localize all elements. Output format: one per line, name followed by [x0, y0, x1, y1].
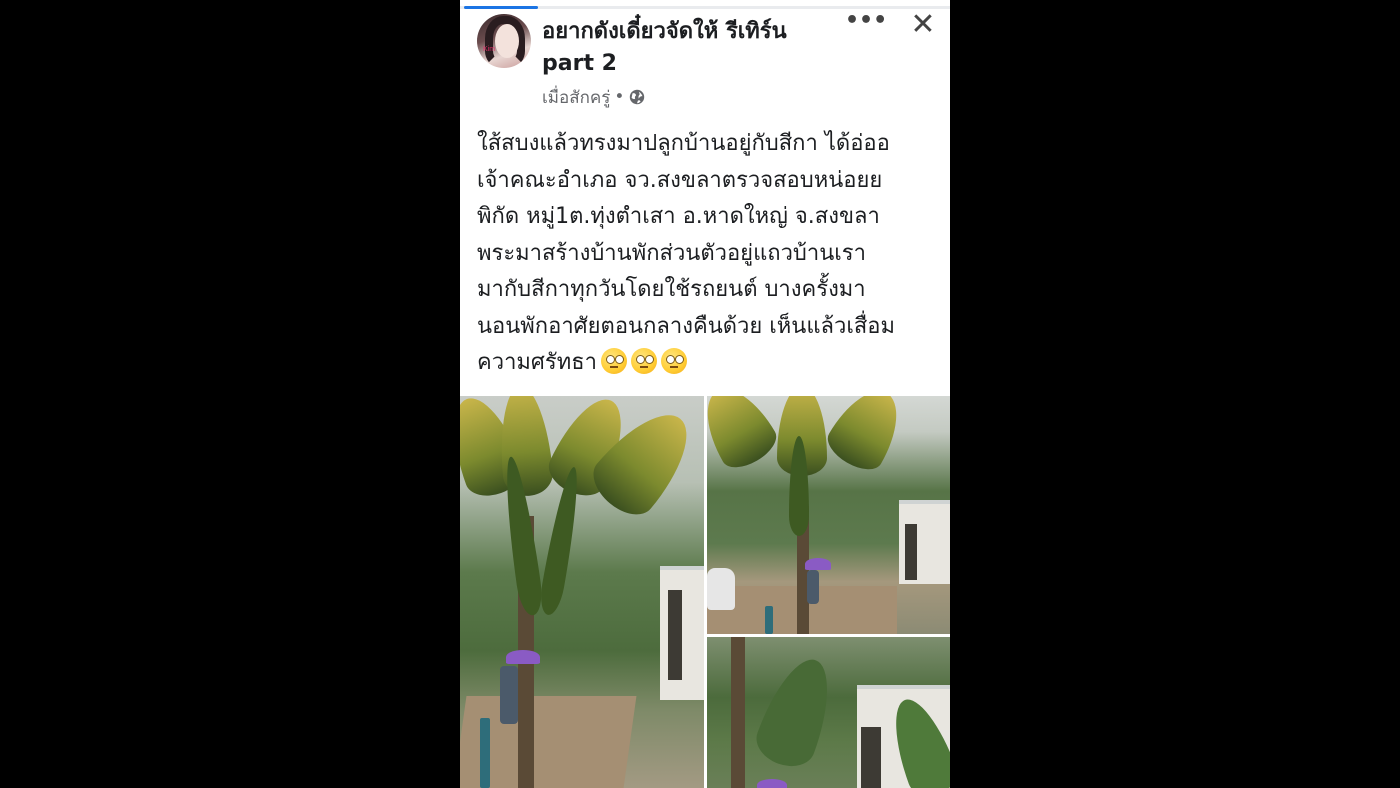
- avatar-tag: Kim: [483, 46, 496, 53]
- post-title-line1: อยากดังเดี๋ยวจัดให้ รีเทิร์น: [542, 19, 787, 44]
- post-title[interactable]: อยากดังเดี๋ยวจัดให้ รีเทิร์น part 2: [542, 16, 832, 80]
- post-meta: เมื่อสักครู่ •: [542, 84, 646, 110]
- more-icon: •••: [845, 8, 888, 33]
- avatar[interactable]: Kim: [477, 14, 531, 68]
- post-body-last-line: ความศรัทธา: [477, 345, 947, 382]
- loading-progress: [464, 6, 538, 9]
- post-photo-1[interactable]: [460, 396, 704, 788]
- post-body-line: ใส้สบงแล้วทรงมาปลูกบ้านอยู่กับสีกา ได้อ่…: [477, 131, 890, 156]
- post-body-line: มากับสีกาทุกวันโดยใช้รถยนต์ บางครั้งมา: [477, 277, 866, 302]
- post-photo-2[interactable]: [707, 396, 950, 634]
- post-viewer: Kim อยากดังเดี๋ยวจัดให้ รีเทิร์น part 2 …: [460, 0, 950, 788]
- face-with-rolling-eyes-emoji: [631, 348, 657, 374]
- globe-icon[interactable]: [628, 88, 646, 106]
- post-body-line: พระมาสร้างบ้านพักส่วนตัวอยู่แถวบ้านเรา: [477, 240, 866, 266]
- close-button[interactable]: ✕: [906, 8, 940, 42]
- post-body-line: พิกัด หมู่1ต.ทุ่งตำเสา อ.หาดใหญ่ จ.สงขลา: [477, 204, 880, 229]
- meta-separator: •: [614, 87, 625, 107]
- post-timestamp[interactable]: เมื่อสักครู่: [542, 84, 610, 111]
- post-title-line2: part 2: [542, 51, 617, 76]
- post-photo-3[interactable]: [707, 637, 950, 788]
- face-with-rolling-eyes-emoji: [601, 348, 627, 374]
- face-with-rolling-eyes-emoji: [661, 348, 687, 374]
- more-options-button[interactable]: •••: [845, 10, 887, 38]
- post-body: ใส้สบงแล้วทรงมาปลูกบ้านอยู่กับสีกา ได้อ่…: [477, 126, 947, 382]
- post-body-line: นอนพักอาศัยตอนกลางคืนด้วย เห็นแล้วเสื่อม: [477, 313, 895, 339]
- close-icon: ✕: [910, 7, 936, 42]
- post-body-line: ความศรัทธา: [477, 350, 597, 375]
- post-body-line: เจ้าคณะอำเภอ จว.สงขลาตรวจสอบหน่อยย: [477, 167, 883, 193]
